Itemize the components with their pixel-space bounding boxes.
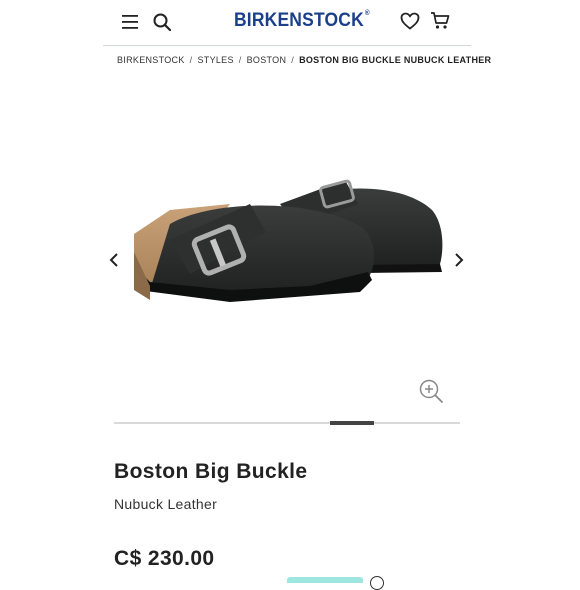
breadcrumb-link-home[interactable]: BIRKENSTOCK [117, 55, 185, 65]
breadcrumb: BIRKENSTOCK / STYLES / BOSTON / BOSTON BIG BUC… [117, 55, 491, 65]
product-image[interactable] [110, 140, 470, 380]
breadcrumb-separator: / [238, 55, 242, 65]
product-title: Boston Big Buckle [114, 460, 308, 483]
chevron-right-icon[interactable] [452, 252, 466, 268]
info-icon[interactable] [370, 576, 384, 590]
breadcrumb-link-boston[interactable]: BOSTON [247, 55, 287, 65]
chevron-left-icon[interactable] [107, 252, 121, 268]
product-material: Nubuck Leather [114, 496, 218, 512]
gallery-scrollbar[interactable] [114, 422, 460, 424]
front-clog [134, 204, 375, 302]
breadcrumb-separator: / [291, 55, 295, 65]
search-icon[interactable] [153, 13, 171, 31]
promo-badge [287, 577, 363, 583]
registered-mark: ® [364, 10, 370, 17]
heart-icon[interactable] [400, 12, 420, 30]
site-header: BIRKENSTOCK® [103, 0, 471, 46]
zoom-in-icon[interactable] [418, 378, 444, 404]
menu-icon[interactable] [122, 15, 138, 29]
breadcrumb-current: BOSTON BIG BUCKLE NUBUCK LEATHER [299, 55, 492, 65]
brand-logo-text: BIRKENSTOCK [234, 10, 364, 31]
breadcrumb-link-styles[interactable]: STYLES [197, 55, 233, 65]
brand-logo[interactable]: BIRKENSTOCK® [234, 10, 370, 32]
breadcrumb-separator: / [189, 55, 193, 65]
product-price: C$ 230.00 [114, 547, 215, 570]
cart-icon[interactable] [430, 11, 450, 30]
gallery-scrollbar-thumb[interactable] [330, 421, 374, 425]
